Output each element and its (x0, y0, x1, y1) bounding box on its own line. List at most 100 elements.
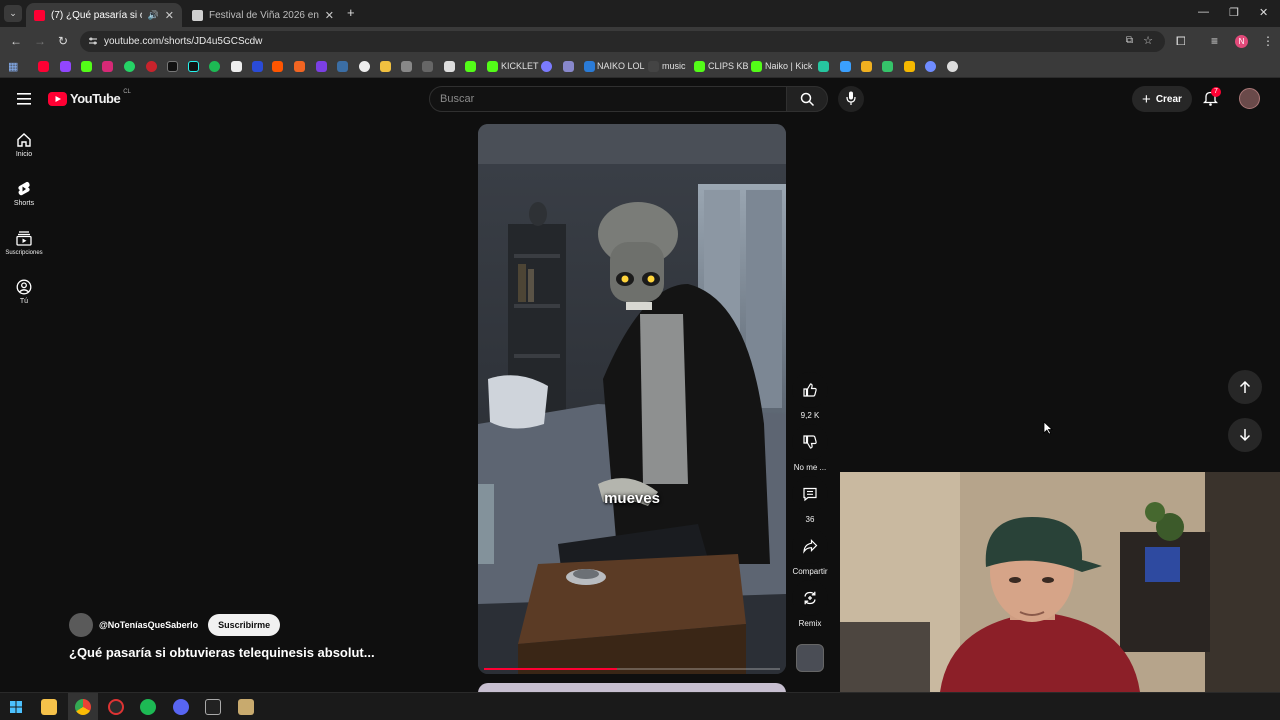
comments-button[interactable] (792, 476, 828, 512)
search-input[interactable]: Buscar (429, 86, 787, 112)
pinterest-bookmark-icon[interactable] (146, 61, 157, 72)
bookmark-clips-kb[interactable]: CLIPS KB (708, 61, 749, 71)
voice-search-button[interactable] (838, 86, 864, 112)
channel-name[interactable]: @NoTeníasQueSaberlo (99, 620, 198, 630)
bookmark-icon[interactable] (818, 61, 829, 72)
remix-action[interactable]: Remix (789, 580, 831, 628)
bookmark-icon[interactable] (380, 61, 391, 72)
remix-button[interactable] (792, 580, 828, 616)
extensions-icon[interactable]: ⧠ (1176, 34, 1186, 49)
media-control-icon[interactable]: ≡ (1211, 34, 1218, 48)
browser-tab-festival[interactable]: Festival de Viña 2026 en vivo - ✕ (184, 3, 342, 27)
bookmark-icon[interactable] (563, 61, 574, 72)
create-button[interactable]: + Crear (1132, 86, 1192, 112)
bookmark-icon[interactable] (925, 61, 936, 72)
bookmark-icon[interactable] (840, 61, 851, 72)
search-button[interactable] (786, 86, 828, 112)
video-progress-bar[interactable] (484, 668, 780, 670)
restore-icon[interactable]: ❐ (1229, 6, 1239, 19)
bookmark-naiko-kick[interactable]: Naiko | Kick (765, 61, 812, 71)
next-short-button[interactable] (1228, 418, 1262, 452)
kicklet-bookmark-icon[interactable] (487, 61, 498, 72)
share-action[interactable]: Compartir (789, 528, 831, 576)
x-bookmark-icon[interactable] (167, 61, 178, 72)
close-window-icon[interactable]: ✕ (1259, 6, 1268, 19)
bookmark-icon[interactable] (316, 61, 327, 72)
menu-icon[interactable] (17, 93, 31, 105)
naiko-lol-bookmark-icon[interactable] (584, 61, 595, 72)
clips-bookmark-icon[interactable] (694, 61, 705, 72)
app-icon[interactable] (205, 699, 221, 715)
notifications-button[interactable]: 7 (1202, 87, 1221, 111)
chrome-icon[interactable] (75, 699, 91, 715)
kick-bookmark-icon[interactable] (81, 61, 92, 72)
previous-short-button[interactable] (1228, 370, 1262, 404)
bookmark-icon[interactable] (337, 61, 348, 72)
channel-avatar[interactable] (69, 613, 93, 637)
tiktok-bookmark-icon[interactable] (188, 61, 199, 72)
forward-icon[interactable]: → (34, 34, 46, 48)
app-icon[interactable] (108, 699, 124, 715)
spotify-icon[interactable] (140, 699, 156, 715)
discord-icon[interactable] (173, 699, 189, 715)
account-avatar[interactable] (1239, 88, 1260, 109)
instagram-bookmark-icon[interactable] (102, 61, 113, 72)
youtube-logo[interactable]: YouTube CL (48, 89, 131, 106)
bookmark-music[interactable]: music (662, 61, 686, 71)
whatsapp-bookmark-icon[interactable] (124, 61, 135, 72)
bookmark-star-icon[interactable]: ☆ (1143, 34, 1153, 47)
subscribe-button[interactable]: Suscribirme (208, 614, 281, 636)
bookmark-icon[interactable] (422, 61, 433, 72)
league-of-legends-icon[interactable] (238, 699, 254, 715)
bookmark-icon[interactable] (231, 61, 242, 72)
twitch-bookmark-icon[interactable] (60, 61, 71, 72)
close-tab-icon[interactable]: ✕ (325, 9, 334, 22)
like-action[interactable]: 9,2 K (789, 372, 831, 420)
short-title[interactable]: ¿Qué pasaría si obtuvieras telequinesis … (69, 645, 375, 660)
bookmark-icon[interactable] (294, 61, 305, 72)
bookmark-icon[interactable] (401, 61, 412, 72)
url-field[interactable]: youtube.com/shorts/JD4u5GCScdw ⧉ ☆ (80, 31, 1165, 52)
youtube-bookmark-icon[interactable] (38, 61, 49, 72)
bookmark-icon[interactable] (882, 61, 893, 72)
bookmark-icon[interactable] (947, 61, 958, 72)
sidebar-item-shorts[interactable]: Shorts (0, 181, 48, 207)
sound-thumbnail[interactable] (796, 644, 824, 672)
new-tab-button[interactable]: + (347, 5, 355, 20)
speaker-icon[interactable]: 🔊 (148, 10, 159, 21)
bookmark-icon[interactable] (359, 61, 370, 72)
like-button[interactable] (792, 372, 828, 408)
site-info-icon[interactable] (88, 36, 98, 46)
soundcloud-bookmark-icon[interactable] (272, 61, 283, 72)
bookmark-icon[interactable] (252, 61, 263, 72)
comments-action[interactable]: 36 (789, 476, 831, 524)
bookmark-naiko-lol[interactable]: NAIKO LOL (597, 61, 645, 71)
profile-avatar[interactable]: N (1235, 35, 1248, 48)
share-button[interactable] (792, 528, 828, 564)
bookmark-icon[interactable] (861, 61, 872, 72)
bookmark-icon[interactable] (541, 61, 552, 72)
kick-bookmark-icon[interactable] (751, 61, 762, 72)
reload-icon[interactable]: ↻ (58, 34, 68, 48)
music-bookmark-icon[interactable] (648, 61, 659, 72)
sidebar-item-suscripciones[interactable]: Suscripciones (0, 230, 48, 256)
apps-grid-icon[interactable]: ▦ (8, 60, 18, 73)
sidebar-item-inicio[interactable]: Inicio (0, 132, 48, 158)
spotify-bookmark-icon[interactable] (209, 61, 220, 72)
browser-tab-youtube[interactable]: (7) ¿Qué pasaría si obtuvier 🔊 ✕ (26, 3, 182, 27)
sidebar-item-tu[interactable]: Tú (0, 279, 48, 305)
browser-menu-icon[interactable]: ⋮ (1262, 34, 1274, 48)
windows-start-icon[interactable] (10, 701, 22, 713)
bookmark-kicklet[interactable]: KICKLET (501, 61, 539, 71)
bookmark-icon[interactable] (465, 61, 476, 72)
back-icon[interactable]: ← (10, 34, 22, 48)
minimize-icon[interactable]: — (1198, 6, 1209, 18)
install-app-icon[interactable]: ⧉ (1126, 35, 1133, 46)
bookmark-icon[interactable] (904, 61, 915, 72)
dislike-action[interactable]: No me ... (789, 424, 831, 472)
close-tab-icon[interactable]: ✕ (165, 9, 174, 22)
tab-list-button[interactable]: ⌄ (4, 5, 22, 22)
dislike-button[interactable] (792, 424, 828, 460)
short-video-player[interactable]: mueves (478, 124, 786, 674)
file-explorer-icon[interactable] (41, 699, 57, 715)
